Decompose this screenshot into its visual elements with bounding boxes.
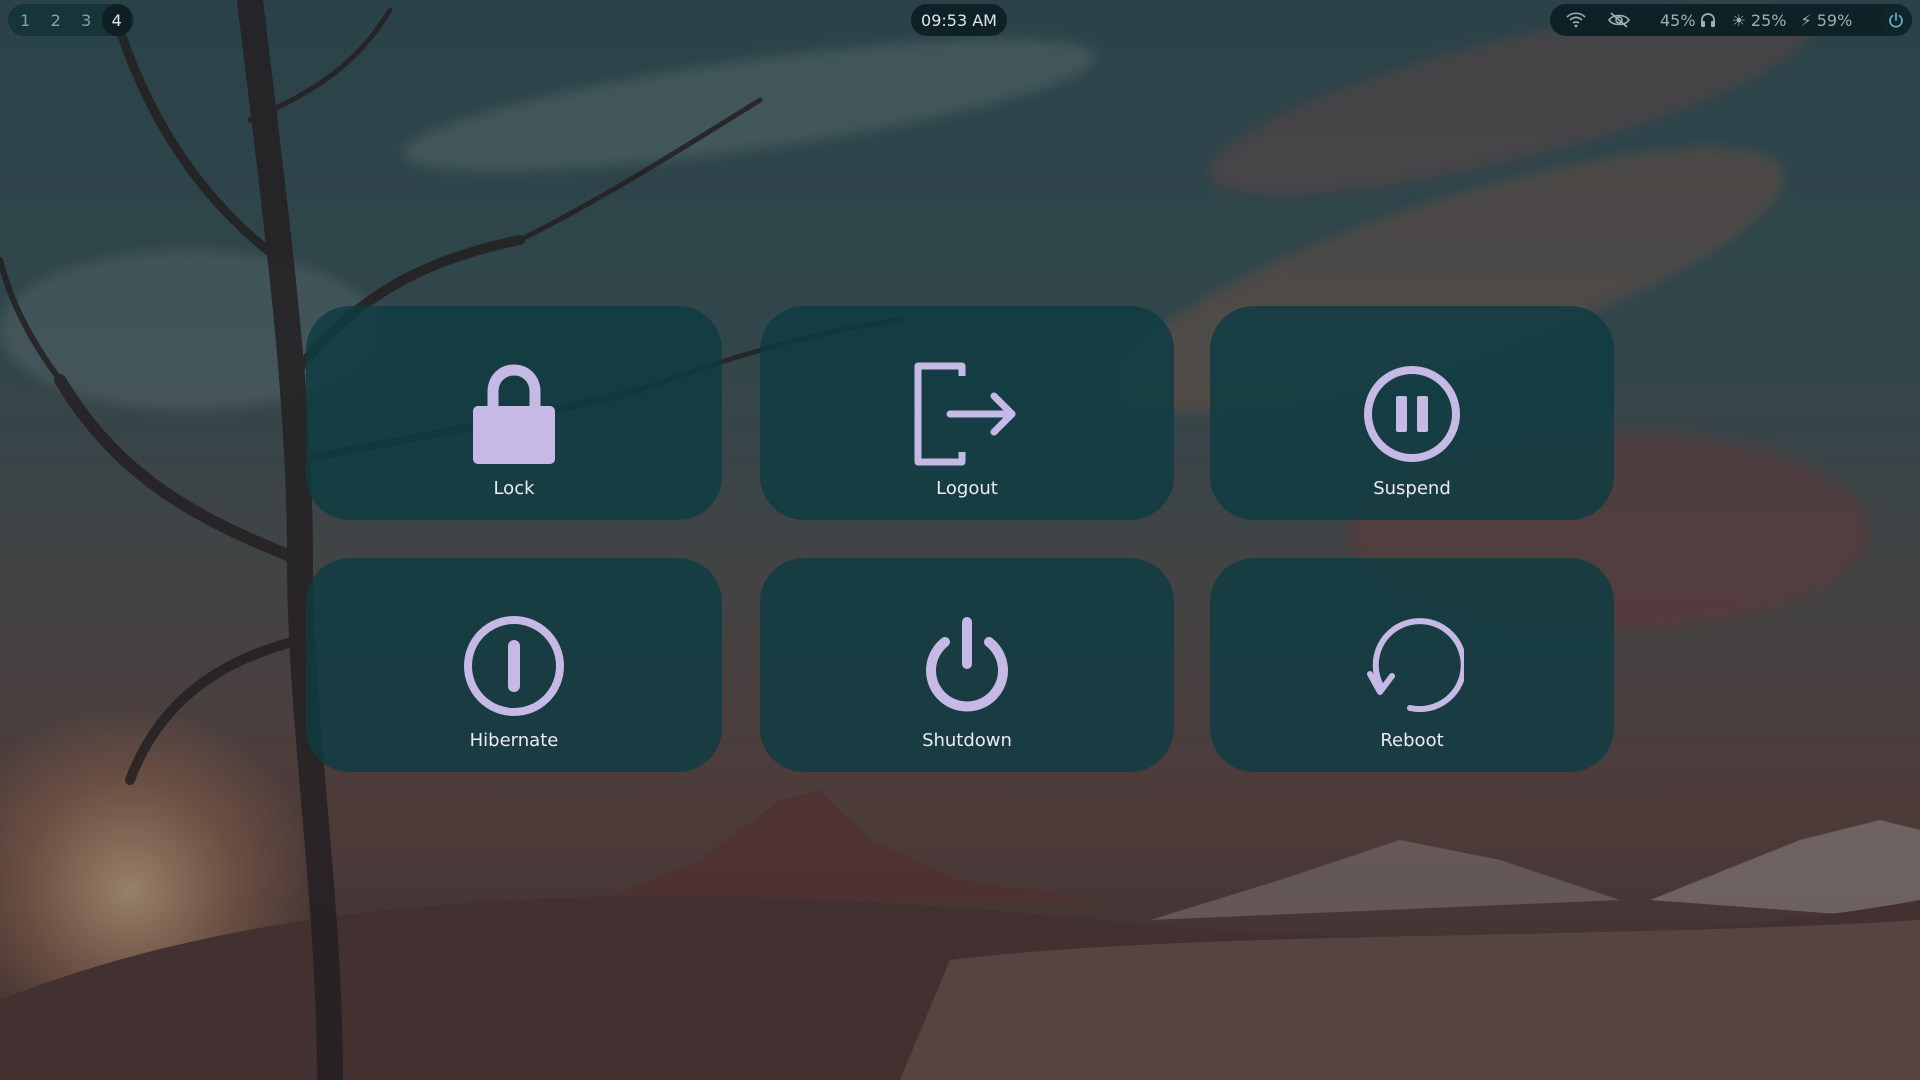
workspace-3[interactable]: 3: [71, 4, 102, 36]
brightness-value: 25%: [1750, 10, 1787, 30]
sun-icon: ☀: [1731, 10, 1746, 30]
headphones-icon: [1700, 12, 1716, 28]
power-icon: [917, 614, 1017, 718]
overlay-dim: [0, 0, 1920, 1080]
eye-off-icon[interactable]: [1608, 12, 1630, 28]
workspace-1[interactable]: 1: [10, 4, 41, 36]
desktop-screen: 1 2 3 4 09:53 AM 45% ☀ 25% ⚡ 59% Lock Lo…: [0, 0, 1920, 1080]
workspace-2[interactable]: 2: [41, 4, 72, 36]
hibernate-button[interactable]: Hibernate: [306, 558, 722, 772]
reboot-icon: [1360, 614, 1464, 718]
suspend-label: Suspend: [1373, 478, 1451, 499]
reboot-label: Reboot: [1380, 730, 1444, 751]
battery-indicator[interactable]: ⚡ 59%: [1800, 11, 1852, 30]
shutdown-label: Shutdown: [922, 730, 1012, 751]
suspend-button[interactable]: Suspend: [1210, 306, 1614, 520]
volume-indicator[interactable]: 45%: [1660, 11, 1716, 30]
logout-icon: [914, 362, 1020, 466]
system-tray: 45% ☀ 25% ⚡ 59%: [1550, 4, 1912, 36]
lock-icon: [471, 362, 557, 466]
workspace-4[interactable]: 4: [101, 4, 132, 36]
reboot-button[interactable]: Reboot: [1210, 558, 1614, 772]
power-icon[interactable]: [1880, 4, 1912, 36]
lightning-icon: ⚡: [1800, 10, 1812, 30]
pause-circle-icon: [1362, 362, 1462, 466]
logout-label: Logout: [936, 478, 998, 499]
wifi-icon[interactable]: [1566, 12, 1586, 28]
lock-button[interactable]: Lock: [306, 306, 722, 520]
logout-button[interactable]: Logout: [760, 306, 1174, 520]
hibernate-label: Hibernate: [469, 730, 559, 751]
clock[interactable]: 09:53 AM: [911, 4, 1007, 36]
volume-value: 45%: [1660, 10, 1696, 30]
shutdown-button[interactable]: Shutdown: [760, 558, 1174, 772]
lock-label: Lock: [493, 478, 535, 499]
hibernate-icon: [462, 614, 566, 718]
brightness-indicator[interactable]: ☀ 25%: [1732, 11, 1787, 30]
workspace-switcher: 1 2 3 4: [8, 4, 134, 36]
battery-value: 59%: [1816, 10, 1853, 30]
